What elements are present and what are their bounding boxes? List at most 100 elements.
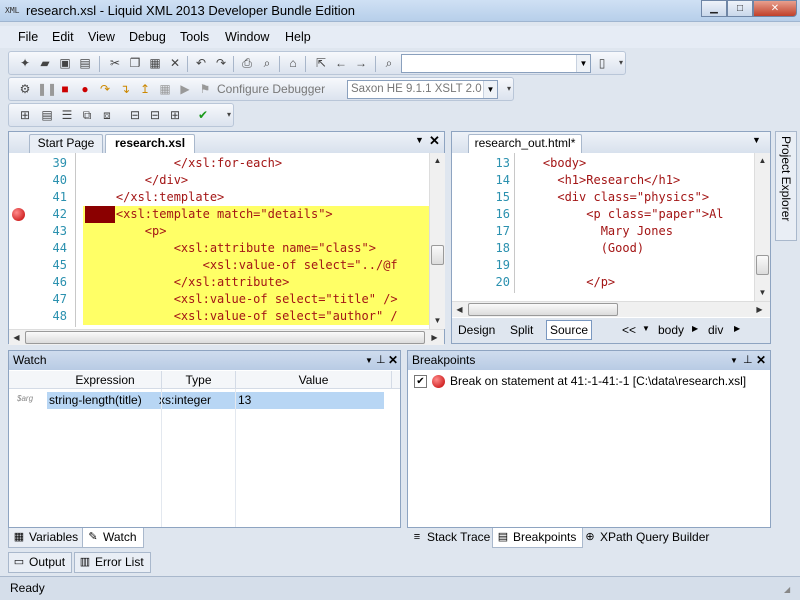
scroll-down-icon[interactable]: ▼ (755, 285, 770, 300)
validate-icon[interactable]: ✔ (195, 107, 211, 123)
menu-debug[interactable]: Debug (129, 29, 166, 45)
undo-icon[interactable]: ↶ (193, 55, 209, 71)
scroll-thumb[interactable] (756, 255, 769, 275)
breakpoint-checkbox[interactable]: ✔ (414, 375, 427, 388)
tab-breakpoints[interactable]: ▤ Breakpoints (492, 528, 584, 548)
record-icon[interactable]: ● (77, 81, 93, 97)
configure-debugger-button[interactable]: Configure Debugger (217, 81, 325, 98)
breadcrumb-body[interactable]: body (658, 323, 684, 337)
scroll-up-icon[interactable]: ▲ (430, 153, 445, 168)
close-button[interactable]: ✕ (753, 0, 797, 17)
home-icon[interactable]: ⌂ (285, 55, 301, 71)
table-row[interactable]: $arg string-length(title) xs:integer 13 (9, 392, 400, 409)
step-over-icon[interactable]: ↷ (97, 81, 113, 97)
collapse-icon[interactable]: ⧈ (99, 107, 115, 123)
scroll-right-icon[interactable]: ▶ (427, 330, 442, 345)
code-line[interactable]: </p> (514, 274, 615, 291)
chevron-down-icon[interactable]: ▼ (576, 55, 590, 72)
code-line[interactable]: <xsl:template match="details"> (87, 206, 333, 223)
collapse-children-icon[interactable]: ⊟ (147, 107, 163, 123)
menu-help[interactable]: Help (285, 29, 311, 45)
output-horizontal-scrollbar[interactable]: ◀ ▶ (452, 301, 770, 317)
stop-icon[interactable]: ■ (57, 81, 73, 97)
scroll-thumb[interactable] (468, 303, 618, 316)
view-design-tab[interactable]: Design (458, 323, 495, 337)
close-panel-icon[interactable]: ✕ (756, 351, 766, 370)
type-column-header[interactable]: Type (162, 371, 236, 389)
toolbar-overflow-icon[interactable]: ▾ (501, 81, 517, 97)
scroll-thumb[interactable] (25, 331, 425, 344)
menu-edit[interactable]: Edit (52, 29, 74, 45)
tree-view-icon[interactable]: ⊞ (17, 107, 33, 123)
tab-variables[interactable]: ▦ Variables (8, 528, 86, 548)
tab-error-list[interactable]: ▥ Error List (74, 552, 151, 573)
tab-watch[interactable]: ✎ Watch (82, 528, 144, 548)
paste-icon[interactable]: ▦ (147, 55, 163, 71)
panel-menu-chevron-icon[interactable]: ▼ (730, 351, 738, 370)
tab-research-xsl[interactable]: research.xsl (105, 134, 195, 153)
code-line[interactable]: Mary Jones (514, 223, 673, 240)
code-line[interactable]: </div> (87, 172, 188, 189)
expression-column-header[interactable]: Expression (9, 371, 162, 389)
code-line[interactable]: </xsl:for-each> (87, 155, 282, 172)
collapse-node-icon[interactable]: ⊟ (127, 107, 143, 123)
list-item[interactable]: ✔ Break on statement at 41:-1-41:-1 [C:\… (412, 373, 768, 391)
save-all-icon[interactable]: ▤ (77, 55, 93, 71)
tab-xpath-query-builder[interactable]: ⊕ XPath Query Builder (580, 528, 715, 548)
print-preview-icon[interactable]: ⌕ (259, 55, 275, 71)
menu-file[interactable]: File (18, 29, 38, 45)
xsl-code-area[interactable]: 39 </xsl:for-each> 40 </div> 41 </xsl:temp… (9, 153, 429, 329)
save-icon[interactable]: ▣ (57, 55, 73, 71)
code-line[interactable]: </xsl:template> (87, 189, 224, 206)
editor-vertical-scrollbar[interactable]: ▲ ▼ (429, 153, 445, 329)
view-source-tab[interactable]: Source (546, 320, 592, 340)
close-panel-icon[interactable]: ✕ (388, 351, 398, 370)
toolbar-overflow-icon[interactable]: ▾ (221, 107, 237, 123)
maximize-button[interactable]: □ (727, 0, 753, 17)
expand-node-icon[interactable]: ⊞ (167, 107, 183, 123)
code-line[interactable]: <xsl:attribute name="class"> (87, 240, 376, 257)
print-icon[interactable]: ⎙ (239, 55, 255, 71)
code-line[interactable]: <p class="paper">Al (514, 206, 723, 223)
scroll-thumb[interactable] (431, 245, 444, 265)
indent-icon[interactable]: ☰ (59, 107, 75, 123)
pause-icon[interactable]: ❚❚ (37, 81, 57, 97)
code-line[interactable]: <p> (87, 223, 167, 240)
xslt-engine-select[interactable]: Saxon HE 9.1.1 XSLT 2.0 Er ▼ (347, 80, 498, 99)
format-icon[interactable]: ▤ (39, 107, 55, 123)
project-explorer-tab[interactable]: Project Explorer (775, 131, 797, 241)
scroll-left-icon[interactable]: ◀ (452, 302, 467, 317)
breadcrumb-back[interactable]: << (622, 323, 636, 337)
document-icon[interactable]: ▯ (594, 55, 610, 71)
value-column-header[interactable]: Value (236, 371, 392, 389)
run-to-cursor-icon[interactable]: ▦ (157, 81, 173, 97)
code-line[interactable]: <h1>Research</h1> (514, 172, 680, 189)
menu-window[interactable]: Window (225, 29, 269, 45)
continue-icon[interactable]: ▶ (177, 81, 193, 97)
step-into-icon[interactable]: ↴ (117, 81, 133, 97)
tab-research-out-html[interactable]: research_out.html* (468, 134, 582, 153)
code-line[interactable]: </xsl:attribute> (87, 274, 290, 291)
minimize-button[interactable]: ▁ (701, 0, 727, 17)
external-link-icon[interactable]: ⇱ (313, 55, 329, 71)
close-tab-icon[interactable]: ✕ (429, 133, 440, 149)
step-out-icon[interactable]: ↥ (137, 81, 153, 97)
scroll-down-icon[interactable]: ▼ (430, 313, 445, 328)
tab-output[interactable]: ▭ Output (8, 552, 73, 573)
debugger-config-icon[interactable]: ⚑ (197, 81, 213, 97)
debug-settings-icon[interactable]: ⚙ (17, 81, 33, 97)
scroll-up-icon[interactable]: ▲ (755, 153, 770, 168)
breadcrumb-div[interactable]: div (708, 323, 723, 337)
scroll-right-icon[interactable]: ▶ (752, 302, 767, 317)
code-line[interactable]: <div class="physics"> (514, 189, 709, 206)
scroll-left-icon[interactable]: ◀ (9, 330, 24, 345)
open-folder-icon[interactable]: ▰ (37, 55, 53, 71)
watch-value[interactable]: 13 (238, 393, 251, 407)
chevron-down-icon[interactable]: ▼ (483, 81, 497, 98)
toolbar-overflow-icon[interactable]: ▾ (613, 55, 629, 71)
pin-icon[interactable]: ⊥ (743, 351, 753, 370)
tab-stack-trace[interactable]: ≡ Stack Trace (407, 528, 496, 548)
panel-menu-chevron-icon[interactable]: ▼ (365, 351, 373, 370)
code-line[interactable]: <body> (514, 155, 586, 172)
tab-start-page[interactable]: Start Page (29, 134, 103, 153)
